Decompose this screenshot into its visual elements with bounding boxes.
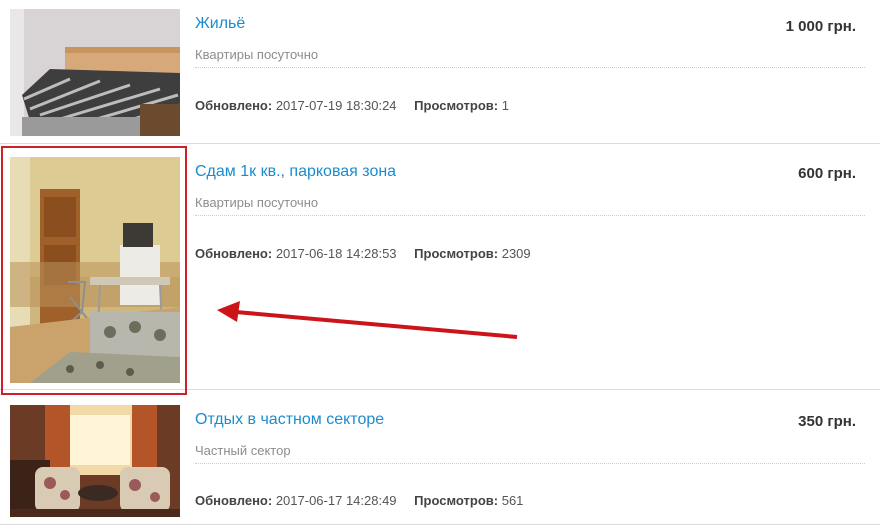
listing-price: 600 грн. (798, 165, 856, 182)
dotted-divider (195, 463, 865, 464)
listing-title-link[interactable]: Сдам 1к кв., парковая зона (195, 163, 396, 181)
listing-category: Квартиры посуточно (195, 47, 319, 62)
listing-meta: Обновлено: 2017-06-18 14:28:53 Просмотро… (195, 246, 531, 261)
listing-separator (0, 524, 880, 525)
views-label: Просмотров: (414, 98, 499, 113)
views-value: 2309 (501, 246, 531, 261)
listing-item: Отдых в частном секторе 350 грн. Частный… (0, 390, 880, 524)
dotted-divider (195, 67, 865, 68)
listing-item: Жильё 1 000 грн. Квартиры посуточно Обно… (0, 0, 880, 143)
listing-meta: Обновлено: 2017-07-19 18:30:24 Просмотро… (195, 98, 509, 113)
listing-photo[interactable] (10, 9, 180, 136)
dotted-divider (195, 215, 865, 216)
updated-label: Обновлено: (195, 98, 273, 113)
listing-price: 350 грн. (798, 413, 856, 430)
listing-category: Частный сектор (195, 443, 291, 458)
views-value: 561 (501, 493, 524, 508)
updated-label: Обновлено: (195, 493, 273, 508)
listing-title-link[interactable]: Жильё (195, 15, 245, 33)
highlight-frame (1, 146, 187, 395)
views-label: Просмотров: (414, 246, 499, 261)
updated-value: 2017-06-17 14:28:49 (275, 493, 397, 508)
listing-photo[interactable] (10, 405, 180, 517)
updated-value: 2017-07-19 18:30:24 (275, 98, 397, 113)
listing-title-link[interactable]: Отдых в частном секторе (195, 411, 384, 429)
updated-value: 2017-06-18 14:28:53 (275, 246, 397, 261)
views-label: Просмотров: (414, 493, 499, 508)
listing-meta: Обновлено: 2017-06-17 14:28:49 Просмотро… (195, 493, 523, 508)
listing-price: 1 000 грн. (785, 18, 856, 35)
listing-category: Квартиры посуточно (195, 195, 319, 210)
views-value: 1 (501, 98, 509, 113)
updated-label: Обновлено: (195, 246, 273, 261)
